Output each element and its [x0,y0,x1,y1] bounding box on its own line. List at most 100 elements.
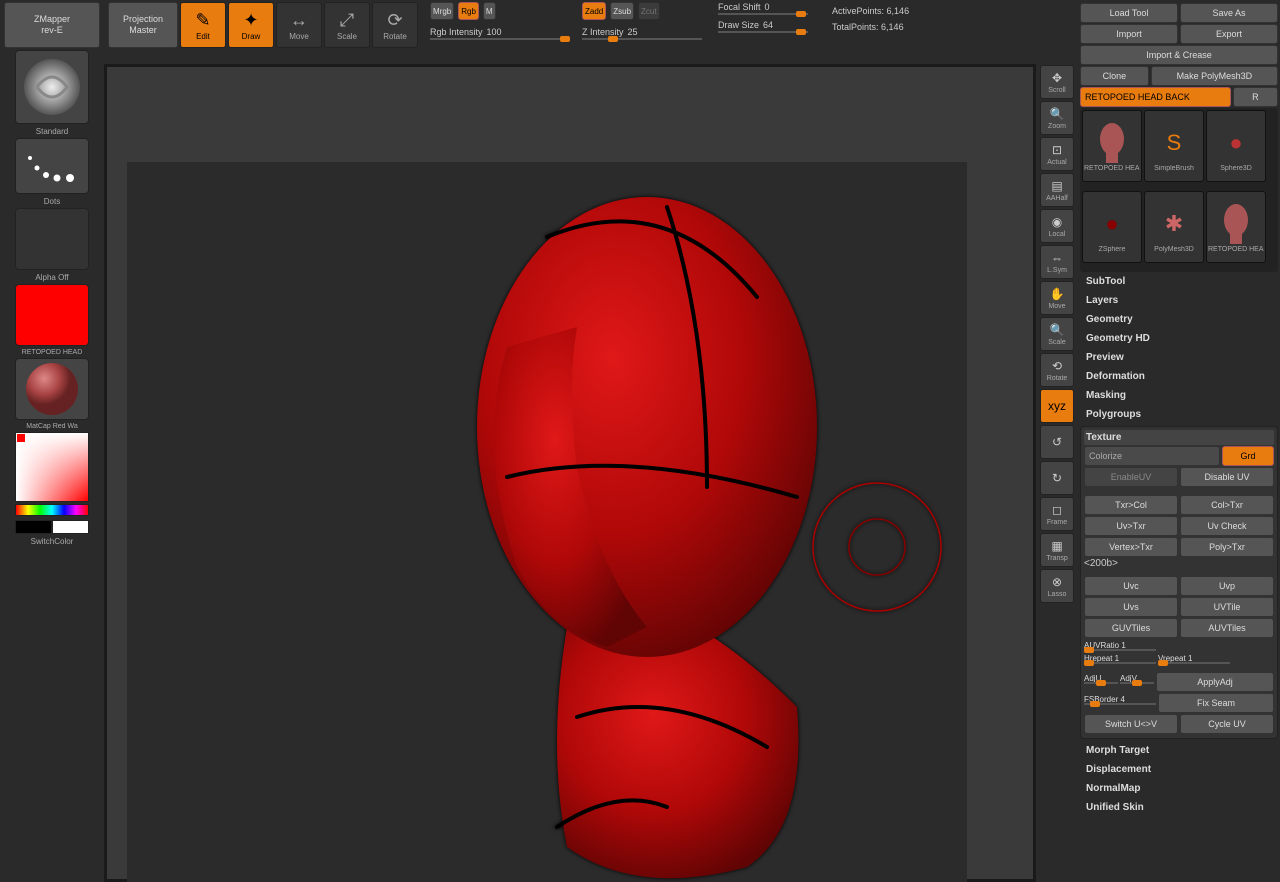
tool-thumb-retopoed-head[interactable]: RETOPOED HEAD [1082,110,1142,182]
adjv-slider[interactable]: AdjV [1120,672,1154,684]
coltxr-button[interactable]: Col>Txr [1180,495,1274,515]
rotate-button[interactable]: ⟲Rotate [1040,353,1074,387]
section-normalmap[interactable]: NormalMap [1080,779,1278,798]
colorize-button[interactable]: Colorize [1084,446,1220,466]
swatch-white[interactable] [52,520,89,534]
fixseam-button[interactable]: Fix Seam [1158,693,1274,713]
zmapper-button[interactable]: ZMapper rev-E [4,2,100,48]
vrepeat-slider[interactable]: Vrepeat 1 [1158,652,1230,664]
section-unified-skin[interactable]: Unified Skin [1080,798,1278,817]
r-button[interactable]: R [1233,87,1278,107]
actual-button[interactable]: ⊡Actual [1040,137,1074,171]
section-subtool[interactable]: SubTool [1080,272,1278,291]
txrcol-button[interactable]: Txr>Col [1084,495,1178,515]
edit-button[interactable]: ✎Edit [180,2,226,48]
uvtile-button[interactable]: UVTile [1180,597,1274,617]
section-displacement[interactable]: Displacement [1080,760,1278,779]
import-button[interactable]: Import [1080,24,1178,44]
switchuv-button[interactable]: Switch U<>V [1084,714,1178,734]
switchcolor-button[interactable]: SwitchColor [31,537,74,546]
hue-slider[interactable] [15,504,89,516]
section-polygroups[interactable]: Polygroups [1080,405,1278,424]
vertextxr-button[interactable]: Vertex>Txr [1084,537,1178,557]
rgb-button[interactable]: Rgb [458,2,479,20]
xyz-button[interactable]: xyz [1040,389,1074,423]
section-layers[interactable]: Layers [1080,291,1278,310]
polytxr-button[interactable]: Poly>Txr [1180,537,1274,557]
cycleuv-button[interactable]: Cycle UV [1180,714,1274,734]
fsborder-slider[interactable]: FSBorder 4 [1084,693,1156,705]
rotate-button[interactable]: ⟳Rotate [372,2,418,48]
applyadj-button[interactable]: ApplyAdj [1156,672,1274,692]
grd-button[interactable]: Grd [1222,446,1274,466]
uvtxr-button[interactable]: Uv>Txr [1084,516,1178,536]
lasso-button[interactable]: ⊗Lasso [1040,569,1074,603]
zcut-button[interactable]: Zcut [638,2,660,20]
tool-thumb-simplebrush[interactable]: SSimpleBrush [1144,110,1204,182]
brush-thumbnail[interactable] [15,50,89,124]
zadd-button[interactable]: Zadd [582,2,606,20]
z-intensity-slider[interactable] [582,38,702,40]
color-picker[interactable] [15,432,89,502]
lsym-button[interactable]: ⇔L.Sym [1040,245,1074,279]
zoom-button[interactable]: 🔍Zoom [1040,101,1074,135]
section-preview[interactable]: Preview [1080,348,1278,367]
enableuv-button[interactable]: EnableUV [1084,467,1178,487]
adju-slider[interactable]: AdjU [1084,672,1118,684]
uvc-button[interactable]: Uvc [1084,576,1178,596]
load-tool-button[interactable]: Load Tool [1080,3,1178,23]
hand-button[interactable]: ✋Move [1040,281,1074,315]
section-geometry[interactable]: Geometry [1080,310,1278,329]
tool-thumb-sphere3d[interactable]: ●Sphere3D [1206,110,1266,182]
mrgb-button[interactable]: Mrgb [430,2,454,20]
texture-section-header[interactable]: Texture [1084,430,1274,445]
move-button[interactable]: ↔Move [276,2,322,48]
material-thumbnail[interactable] [15,358,89,420]
rgb-intensity-slider[interactable] [430,38,570,40]
tool-thumb-polymesh3d[interactable]: ✱PolyMesh3D [1144,191,1204,263]
viewport[interactable] [106,66,1034,880]
magnify-button[interactable]: 🔍Scale [1040,317,1074,351]
texture-thumbnail[interactable] [15,284,89,346]
uvp-button[interactable]: Uvp [1180,576,1274,596]
scale-button[interactable]: ⤢Scale [324,2,370,48]
tool-label: Transp [1046,555,1068,562]
make-polymesh-button[interactable]: Make PolyMesh3D [1151,66,1278,86]
save-as-button[interactable]: Save As [1180,3,1278,23]
tool-thumb-retopoed-head[interactable]: RETOPOED HEAD [1206,191,1266,263]
cube-button[interactable]: ◻Frame [1040,497,1074,531]
import-crease-button[interactable]: Import & Crease [1080,45,1278,65]
projection-master-button[interactable]: Projection Master [108,2,178,48]
tool-thumb-zsphere[interactable]: ●ZSphere [1082,191,1142,263]
section-deformation[interactable]: Deformation [1080,367,1278,386]
disableuv-button[interactable]: Disable UV [1180,467,1274,487]
section-geometry-hd[interactable]: Geometry HD [1080,329,1278,348]
draw-button[interactable]: ✦Draw [228,2,274,48]
uvs-button[interactable]: Uvs [1084,597,1178,617]
hrepeat-slider[interactable]: Hrepeat 1 [1084,652,1156,664]
auvtiles-button[interactable]: AUVTiles [1180,618,1274,638]
spin2-button[interactable]: ↻ [1040,461,1074,495]
tool-label: Move [1048,303,1065,310]
spin-button[interactable]: ↺ [1040,425,1074,459]
stroke-thumbnail[interactable] [15,138,89,194]
draw-size-slider[interactable] [718,31,808,33]
tool-icon: ● [1214,121,1258,165]
focal-shift-slider[interactable] [718,13,808,15]
auvratio-slider[interactable]: AUVRatio 1 [1084,639,1156,651]
export-button[interactable]: Export [1180,24,1278,44]
zsub-button[interactable]: Zsub [610,2,634,20]
guvtiles-button[interactable]: GUVTiles [1084,618,1178,638]
alpha-thumbnail[interactable] [15,208,89,270]
section-masking[interactable]: Masking [1080,386,1278,405]
uvcheck-button[interactable]: Uv Check [1180,516,1274,536]
scroll-button[interactable]: ✥Scroll [1040,65,1074,99]
local-button[interactable]: ◉Local [1040,209,1074,243]
swatch-black[interactable] [15,520,52,534]
current-tool-display[interactable]: RETOPOED HEAD BACK [1080,87,1231,107]
clone-button[interactable]: Clone [1080,66,1149,86]
section-morph-target[interactable]: Morph Target [1080,741,1278,760]
m-button[interactable]: M [483,2,496,20]
aahalf-button[interactable]: ▤AAHalf [1040,173,1074,207]
transp-button[interactable]: ▦Transp [1040,533,1074,567]
